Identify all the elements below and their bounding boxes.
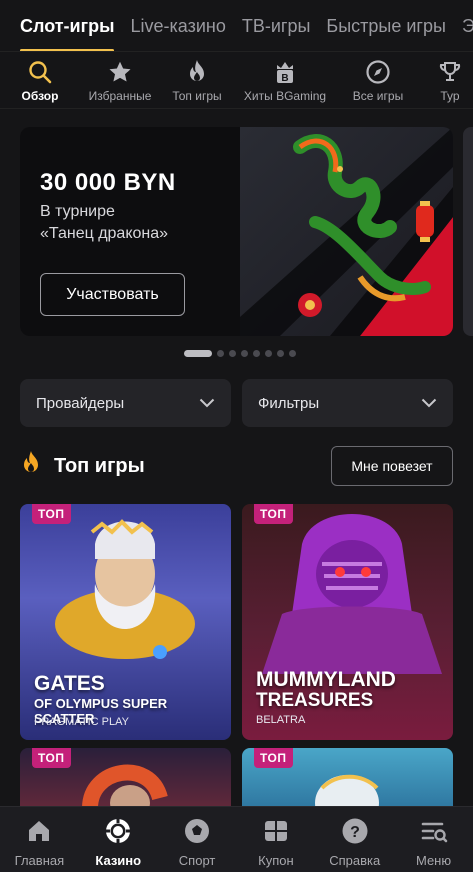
top-badge: ТОП xyxy=(254,504,293,524)
menu-icon xyxy=(420,817,448,845)
category-label: Хиты BGaming xyxy=(243,89,327,103)
nav-label: Меню xyxy=(415,853,452,868)
bottom-nav: Главная Казино Спорт Купон ? Справка Мен… xyxy=(0,806,473,872)
svg-text:?: ? xyxy=(350,824,360,841)
trophy-icon xyxy=(437,59,463,85)
flame-icon xyxy=(186,59,208,85)
category-row: Обзор Избранные Топ игры B Хиты BGaming … xyxy=(0,53,473,109)
tab-fast-games[interactable]: Быстрые игры xyxy=(326,0,446,51)
bgaming-icon: B xyxy=(274,59,296,85)
tab-tv-games[interactable]: ТВ-игры xyxy=(242,0,311,51)
nav-coupon[interactable]: Купон xyxy=(237,817,315,868)
nav-menu[interactable]: Меню xyxy=(395,817,473,868)
category-label: Избранные xyxy=(88,89,152,103)
category-label: Обзор xyxy=(21,89,59,103)
nav-help[interactable]: ? Справка xyxy=(316,817,394,868)
home-icon xyxy=(26,817,52,845)
nav-label: Спорт xyxy=(178,853,216,868)
category-overview[interactable]: Обзор xyxy=(0,53,80,108)
soccer-ball-icon xyxy=(183,817,211,845)
category-label: Все игры xyxy=(352,89,404,103)
section-header: Топ игры xyxy=(20,448,145,484)
chevron-down-icon xyxy=(421,395,437,412)
category-bgaming-hits[interactable]: B Хиты BGaming xyxy=(234,53,336,108)
promo-banner[interactable]: 30 000 BYN В турнире «Танец дракона» Уча… xyxy=(20,127,453,336)
carousel-dots xyxy=(184,350,296,357)
feeling-lucky-button[interactable]: Мне повезет xyxy=(331,446,453,486)
search-icon xyxy=(27,59,53,85)
dragon-illustration xyxy=(240,127,453,336)
tab-more[interactable]: Э xyxy=(462,0,473,51)
carousel-dot[interactable] xyxy=(229,350,236,357)
carousel-dot[interactable] xyxy=(241,350,248,357)
svg-text:B: B xyxy=(281,73,288,84)
banner-line-1: В турнире xyxy=(40,203,115,220)
participate-button[interactable]: Участвовать xyxy=(40,273,185,316)
carousel-dot[interactable] xyxy=(277,350,284,357)
nav-label: Главная xyxy=(14,853,65,868)
banner-amount: 30 000 BYN xyxy=(40,169,176,196)
tab-live-casino[interactable]: Live-казино xyxy=(130,0,225,51)
compass-icon xyxy=(365,59,391,85)
top-badge: ТОП xyxy=(32,748,71,768)
category-label: Топ игры xyxy=(172,89,222,103)
game-card[interactable]: ТОП GATES OF OLYMPUS SUPER SCATTER PRAGM… xyxy=(20,504,231,740)
section-title: Топ игры xyxy=(54,454,145,477)
nav-sport[interactable]: Спорт xyxy=(158,817,236,868)
next-banner-peek[interactable] xyxy=(463,127,473,336)
category-label: Тур xyxy=(440,89,460,103)
help-icon: ? xyxy=(341,817,369,845)
carousel-dot[interactable] xyxy=(253,350,260,357)
category-all-games[interactable]: Все игры xyxy=(336,53,420,108)
providers-label: Провайдеры xyxy=(36,394,125,412)
providers-dropdown[interactable]: Провайдеры xyxy=(20,379,231,427)
chevron-down-icon xyxy=(199,395,215,412)
carousel-dot[interactable] xyxy=(217,350,224,357)
category-top-games[interactable]: Топ игры xyxy=(160,53,234,108)
casino-chip-icon xyxy=(104,817,132,845)
game-provider: BELATRA xyxy=(256,714,306,726)
top-badge: ТОП xyxy=(32,504,71,524)
nav-casino[interactable]: Казино xyxy=(79,817,157,868)
category-tournaments[interactable]: Тур xyxy=(420,53,473,108)
flame-icon xyxy=(20,450,42,482)
game-provider: PRAGMATIC PLAY xyxy=(34,716,129,728)
nav-label: Казино xyxy=(95,853,142,868)
carousel-dot[interactable] xyxy=(184,350,212,357)
game-card[interactable]: ТОП MUMMYLAND TREASURES BELATRA xyxy=(242,504,453,740)
game-subtitle: TREASURES xyxy=(256,690,374,711)
nav-home[interactable]: Главная xyxy=(0,817,78,868)
nav-label: Справка xyxy=(329,853,381,868)
top-badge: ТОП xyxy=(254,748,293,768)
game-title: GATES xyxy=(34,672,105,695)
category-favorites[interactable]: Избранные xyxy=(80,53,160,108)
tab-slots[interactable]: Слот-игры xyxy=(20,0,115,51)
star-icon xyxy=(107,59,133,85)
filters-label: Фильтры xyxy=(258,394,320,412)
filters-dropdown[interactable]: Фильтры xyxy=(242,379,453,427)
coupon-icon xyxy=(262,817,290,845)
carousel-dot[interactable] xyxy=(265,350,272,357)
carousel-dot[interactable] xyxy=(289,350,296,357)
banner-line-2: «Танец дракона» xyxy=(40,225,169,242)
top-tabs: Слот-игры Live-казино ТВ-игры Быстрые иг… xyxy=(0,0,473,52)
game-title: MUMMYLAND xyxy=(256,668,396,691)
nav-label: Купон xyxy=(258,853,294,868)
